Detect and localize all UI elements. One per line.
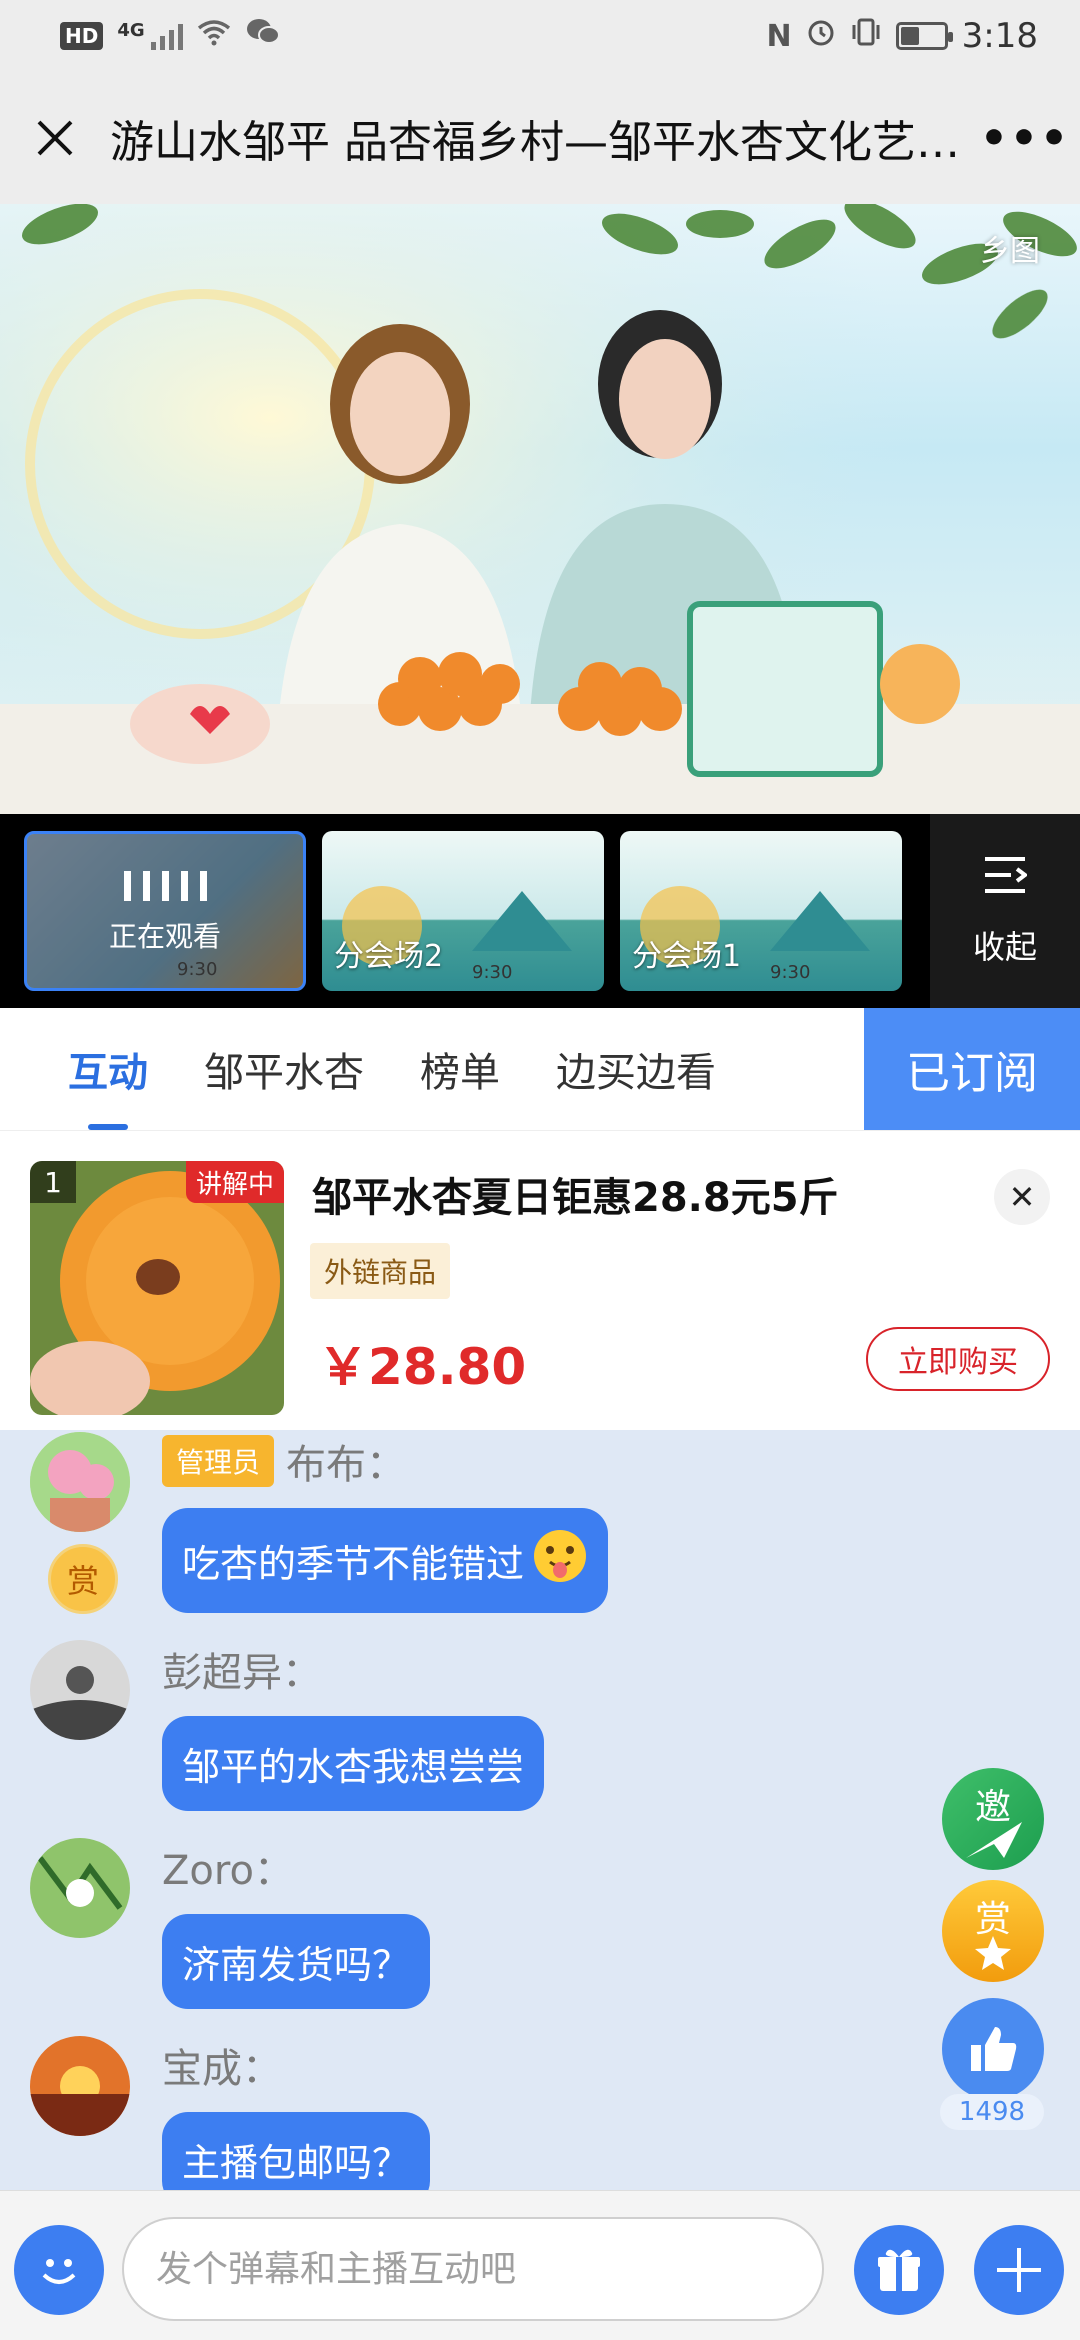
tab-bar: 互动 邹平水杏 榜单 边买边看 已订阅 <box>0 1008 1080 1130</box>
wifi-icon <box>197 18 231 54</box>
message-bubble: 主播包邮吗？ <box>162 2112 431 2190</box>
live-video-player[interactable]: 乡图 <box>0 204 1080 814</box>
message-header: Zoro： <box>162 1838 294 1896</box>
emoji-button[interactable] <box>14 2225 104 2315</box>
collapse-button[interactable]: 收起 <box>930 814 1080 1008</box>
tab-label: 互动 <box>68 1050 148 1096</box>
invite-button[interactable]: 邀 <box>942 1768 1044 1870</box>
like-count: 1498 <box>940 2094 1044 2130</box>
more-icon[interactable]: ••• <box>970 72 1080 204</box>
hd-badge: HD <box>60 22 104 50</box>
close-product-icon[interactable]: ✕ <box>994 1169 1050 1225</box>
explaining-badge: 讲解中 <box>185 1161 284 1203</box>
close-icon[interactable] <box>0 72 110 204</box>
message-text: 邹平的水杏我想尝尝 <box>182 1745 525 1789</box>
message-bubble: 邹平的水杏我想尝尝 <box>162 1716 545 1811</box>
clock-time: 3:18 <box>961 16 1038 56</box>
session-label: 分会场1 <box>632 939 742 974</box>
message-text: 济南发货吗？ <box>182 1943 411 1987</box>
plus-icon <box>997 2248 1041 2292</box>
admin-badge: 管理员 <box>162 1435 275 1487</box>
message-header: 彭超异： <box>162 1640 322 1698</box>
medal-icon <box>975 1936 1011 1970</box>
tongue-emoji-icon <box>532 1528 588 1593</box>
buy-now-button[interactable]: 立即购买 <box>866 1327 1050 1391</box>
product-title: 邹平水杏夏日钜惠28.8元5斤 <box>312 1175 839 1221</box>
page-title: 游山水邹平 品杏福乡村—邹平水杏文化艺… <box>110 117 960 168</box>
tab-label: 邹平水杏 <box>204 1050 364 1096</box>
message-text: 吃杏的季节不能错过 <box>182 1542 525 1586</box>
network-type: 4G <box>117 19 145 41</box>
bottom-input-bar <box>0 2190 1080 2340</box>
video-watermark: 乡图 <box>980 234 1040 269</box>
session-card-branch-2[interactable]: 分会场2 9:30 <box>322 831 604 991</box>
signal-icon <box>150 22 183 50</box>
alarm-icon <box>806 17 836 55</box>
battery-icon <box>895 22 953 50</box>
smiley-icon <box>42 2259 76 2284</box>
session-time: 9:30 <box>770 962 811 983</box>
chat-list[interactable]: 赏 管理员 布布： 吃杏的季节不能错过 彭超异： 邹平的水杏我想尝尝 Zoro： <box>0 1430 1080 2190</box>
external-product-tag: 外链商品 <box>310 1243 451 1299</box>
add-button[interactable] <box>974 2225 1064 2315</box>
subscribed-button[interactable]: 已订阅 <box>864 1008 1080 1130</box>
like-button[interactable] <box>942 1998 1044 2100</box>
tab-label: 榜单 <box>420 1050 500 1096</box>
username: 布布： <box>286 1442 407 1488</box>
collapse-label: 收起 <box>972 927 1037 966</box>
product-image[interactable]: 1 讲解中 <box>30 1161 284 1415</box>
nav-bar: 游山水邹平 品杏福乡村—邹平水杏文化艺… ••• <box>0 72 1080 204</box>
thumbs-up-icon <box>971 2027 1017 2071</box>
now-watching-label: 正在观看 <box>108 920 221 953</box>
paper-plane-icon <box>966 1822 1022 1858</box>
gift-icon <box>878 2249 920 2291</box>
session-strip: 正在观看 9:30 分会场2 9:30 分会场1 9:30 收起 <box>0 814 1080 1008</box>
session-label: 分会场2 <box>334 939 444 974</box>
avatar[interactable] <box>30 2036 130 2136</box>
product-rank: 1 <box>30 1161 76 1203</box>
message-bubble: 济南发货吗？ <box>162 1914 431 2009</box>
tab-shop-and-watch[interactable]: 边买边看 <box>528 1008 744 1130</box>
reward-badge: 赏 <box>48 1544 118 1614</box>
message-text: 主播包邮吗？ <box>182 2141 411 2185</box>
product-card[interactable]: 1 讲解中 邹平水杏夏日钜惠28.8元5斤 外链商品 ￥28.80 ✕ 立即购买 <box>0 1130 1080 1430</box>
product-price: ￥28.80 <box>318 1338 527 1396</box>
session-time: 9:30 <box>472 962 513 983</box>
danmaku-input[interactable] <box>122 2217 824 2321</box>
video-frame <box>0 204 1080 814</box>
now-watching-overlay: 正在观看 <box>27 834 303 988</box>
message-header: 管理员 布布： <box>162 1432 406 1490</box>
session-card-branch-1[interactable]: 分会场1 9:30 <box>620 831 902 991</box>
wechat-icon <box>245 17 281 55</box>
vibrate-icon <box>850 17 882 55</box>
session-time: 9:30 <box>177 959 218 980</box>
avatar[interactable] <box>30 1640 130 1740</box>
message-bubble: 吃杏的季节不能错过 <box>162 1508 609 1613</box>
collapse-list-icon <box>983 855 1029 906</box>
username: 宝成： <box>162 2046 282 2092</box>
session-card-current[interactable]: 正在观看 9:30 <box>24 831 306 991</box>
username: 彭超异： <box>162 1650 322 1696</box>
avatar[interactable] <box>30 1432 130 1532</box>
tab-label: 边买边看 <box>556 1050 716 1096</box>
status-bar: HD 4G N 3:18 <box>0 0 1080 72</box>
avatar[interactable] <box>30 1838 130 1938</box>
username: Zoro： <box>162 1848 294 1894</box>
gift-button[interactable] <box>854 2225 944 2315</box>
nfc-icon: N <box>766 18 792 54</box>
playing-bars-icon <box>123 867 207 901</box>
message-header: 宝成： <box>162 2036 282 2094</box>
reward-button[interactable]: 赏 <box>942 1880 1044 1982</box>
